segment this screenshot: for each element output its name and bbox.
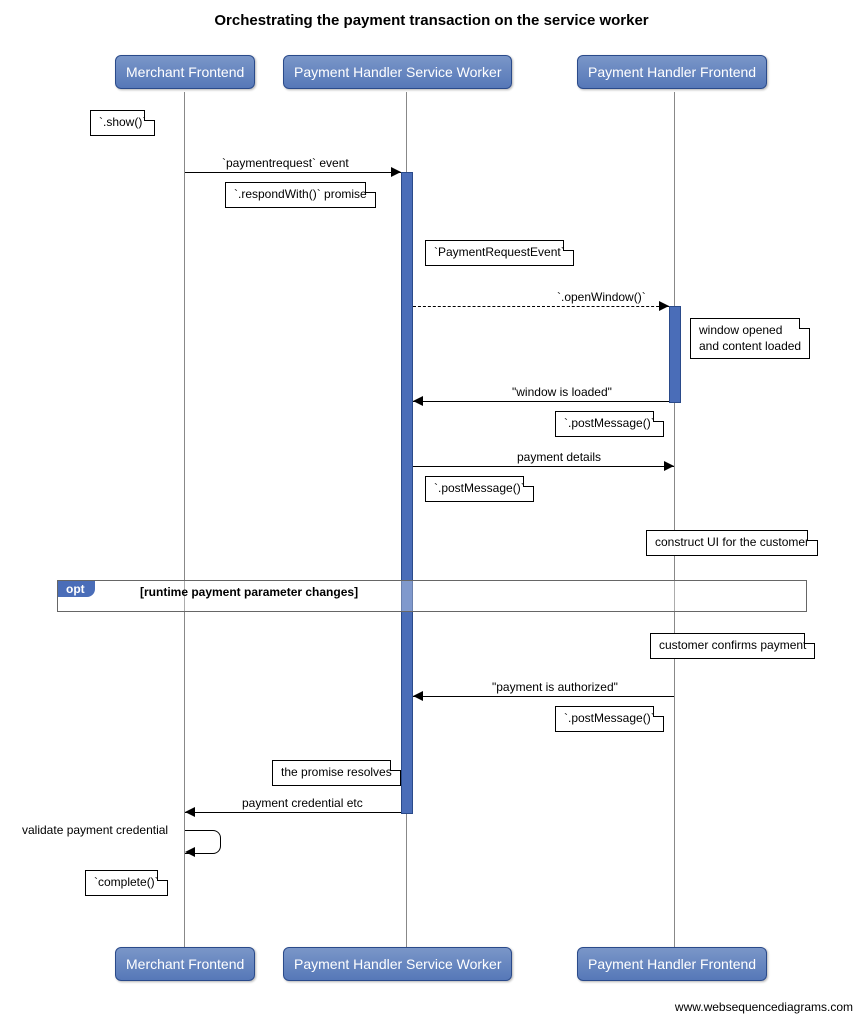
- lifeline-p3: [674, 92, 675, 947]
- arrow-paymentcredential: [185, 812, 401, 813]
- activation-sw: [401, 172, 413, 814]
- diagram-title: Orchestrating the payment transaction on…: [0, 12, 863, 29]
- lifeline-p1: [184, 92, 185, 947]
- msg-paymentauthorized: "payment is authorized": [490, 680, 620, 694]
- participant-sw-bottom: Payment Handler Service Worker: [283, 947, 512, 981]
- note-postmessage2: `.postMessage()`: [425, 476, 534, 502]
- participant-ph-top: Payment Handler Frontend: [577, 55, 767, 89]
- opt-guard: [runtime payment parameter changes]: [140, 585, 358, 599]
- note-window-opened: window opened and content loaded: [690, 318, 810, 359]
- participant-merchant-bottom: Merchant Frontend: [115, 947, 255, 981]
- note-promise-resolves: the promise resolves: [272, 760, 401, 786]
- msg-paymentcredential: payment credential etc: [240, 796, 365, 810]
- arrow-openwindow: [413, 306, 669, 307]
- note-show: `.show()`: [90, 110, 155, 136]
- note-complete: `complete()`: [85, 870, 168, 896]
- note-pre: `PaymentRequestEvent`: [425, 240, 574, 266]
- note-postmessage3: `.postMessage()`: [555, 706, 664, 732]
- opt-tab: opt: [58, 581, 95, 597]
- note-respondwith: `.respondWith()` promise: [225, 182, 376, 208]
- note-customer-confirms: customer confirms payment: [650, 633, 815, 659]
- arrow-paymentrequest: [185, 172, 401, 173]
- note-postmessage1: `.postMessage()`: [555, 411, 664, 437]
- participant-ph-bottom: Payment Handler Frontend: [577, 947, 767, 981]
- msg-paymentrequest: `paymentrequest` event: [220, 156, 351, 170]
- arrow-paymentauthorized: [413, 696, 674, 697]
- msg-validate: validate payment credential: [20, 823, 170, 837]
- footer-credit: www.websequencediagrams.com: [675, 1000, 853, 1014]
- arrow-windowloaded: [413, 401, 669, 402]
- msg-windowloaded: "window is loaded": [510, 385, 614, 399]
- note-constructui: construct UI for the customer: [646, 530, 818, 556]
- participant-sw-top: Payment Handler Service Worker: [283, 55, 512, 89]
- activation-ph: [669, 306, 681, 403]
- sequence-diagram: Orchestrating the payment transaction on…: [0, 0, 863, 1019]
- msg-openwindow: `.openWindow()`: [555, 290, 648, 304]
- msg-paymentdetails: payment details: [515, 450, 603, 464]
- participant-merchant-top: Merchant Frontend: [115, 55, 255, 89]
- arrow-paymentdetails: [413, 466, 674, 467]
